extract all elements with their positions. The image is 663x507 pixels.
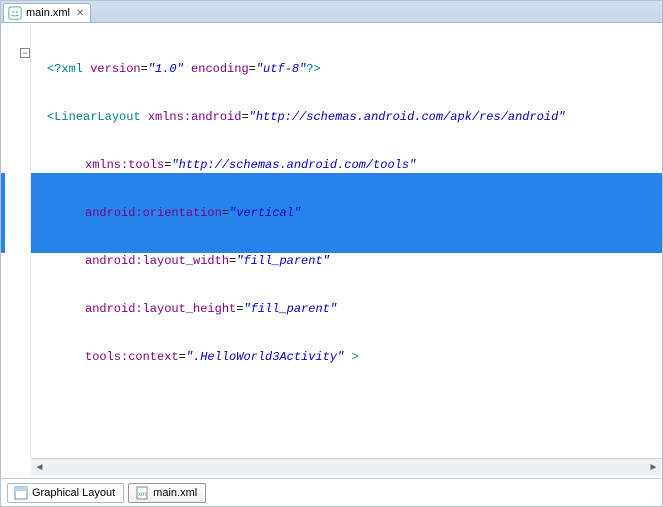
selection-gutter-marker (1, 173, 5, 253)
layout-icon (14, 486, 28, 500)
editor-tab-bar: main.xml ✕ (1, 1, 662, 23)
svg-text:xml: xml (138, 492, 147, 498)
android-file-icon (8, 6, 22, 20)
scroll-right-icon[interactable]: ► (645, 460, 662, 476)
fold-toggle-icon[interactable]: − (20, 48, 30, 58)
tab-label: main.xml (153, 487, 197, 499)
xml-file-icon: xml (135, 486, 149, 500)
tab-graphical-layout[interactable]: Graphical Layout (7, 483, 124, 503)
tab-source-xml[interactable]: xml main.xml (128, 483, 206, 503)
editor-mode-tabs: Graphical Layout xml main.xml (1, 478, 662, 506)
close-icon[interactable]: ✕ (76, 8, 84, 19)
tab-label: Graphical Layout (32, 487, 115, 499)
scroll-left-icon[interactable]: ◄ (31, 460, 48, 476)
editor-tab-label: main.xml (26, 7, 70, 19)
code-editor[interactable]: − <?xml version="1.0" encoding="utf-8"?>… (1, 23, 662, 476)
code-content[interactable]: <?xml version="1.0" encoding="utf-8"?> <… (31, 23, 662, 458)
gutter: − (1, 23, 31, 458)
editor-tab-main-xml[interactable]: main.xml ✕ (3, 3, 91, 22)
horizontal-scrollbar[interactable]: ◄ ► (31, 458, 662, 476)
